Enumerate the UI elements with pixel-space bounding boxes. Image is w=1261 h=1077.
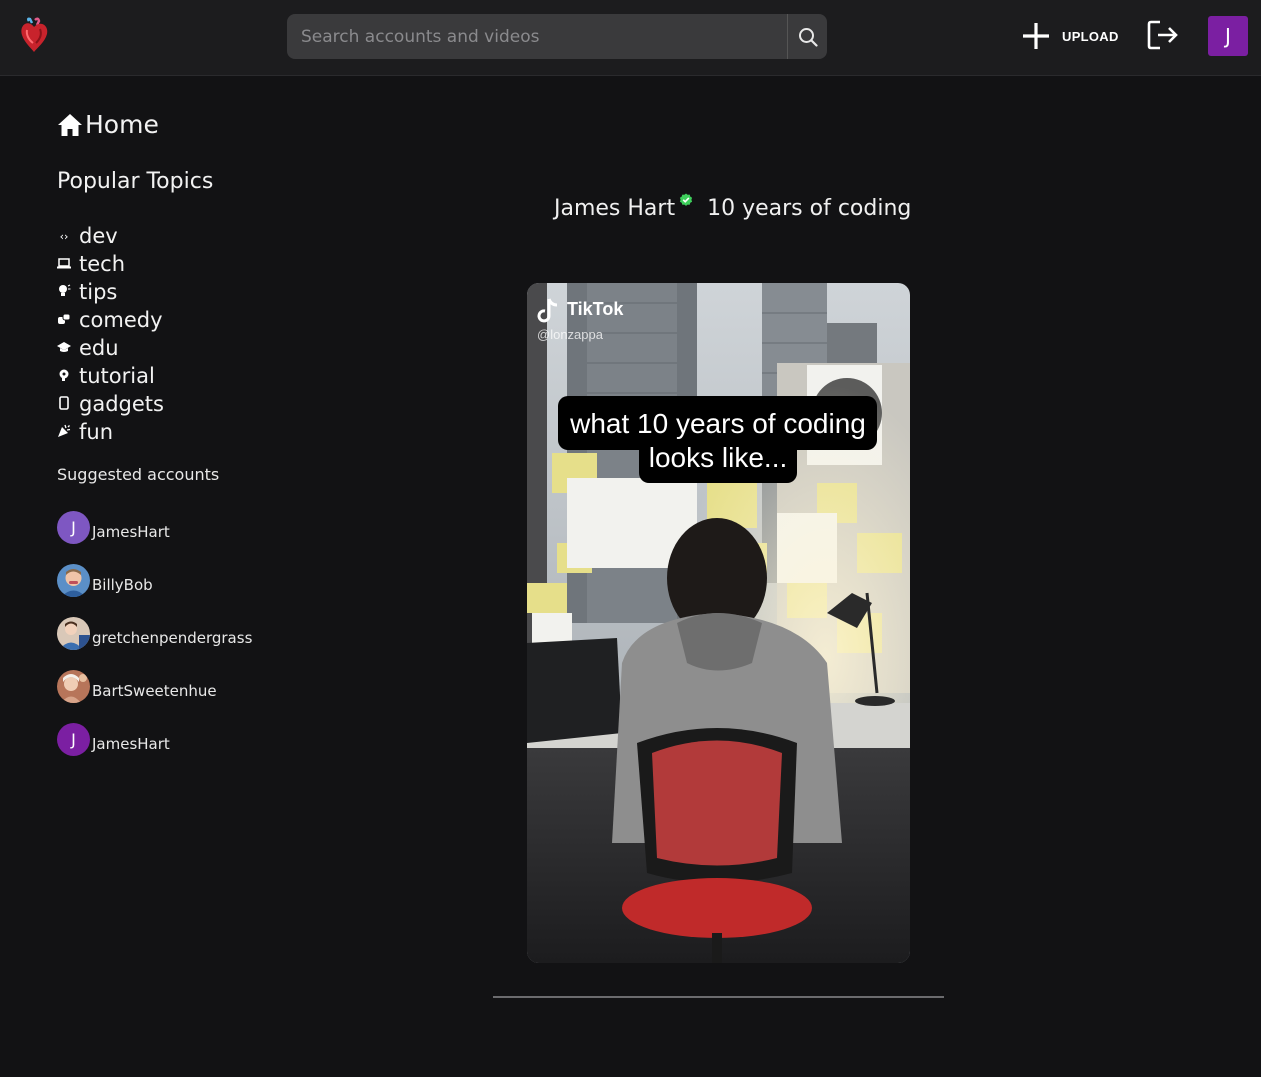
top-bar: UPLOAD J	[0, 0, 1261, 76]
post-divider	[493, 996, 944, 998]
code-icon: ‹›	[59, 229, 69, 243]
video-overlay-line2: looks like...	[649, 442, 788, 473]
search-bar	[287, 14, 827, 59]
mobile-icon	[57, 395, 71, 413]
account-name: JamesHart	[92, 523, 170, 541]
account-name: JamesHart	[92, 735, 170, 753]
account-name: gretchenpendergrass	[92, 629, 253, 647]
account-item[interactable]: gretchenpendergrass	[57, 617, 252, 670]
user-avatar-initial: J	[1225, 24, 1231, 48]
theater-masks-icon	[57, 313, 71, 328]
topic-item-tips[interactable]: tips	[57, 278, 164, 306]
post-header: James Hart 10 years of coding	[554, 193, 912, 221]
topic-label: dev	[79, 224, 118, 248]
account-item[interactable]: J JamesHart	[57, 723, 252, 776]
topic-item-fun[interactable]: fun	[57, 418, 164, 446]
avatar: J	[57, 723, 90, 756]
suggested-accounts-heading: Suggested accounts	[57, 465, 220, 484]
post-caption: 10 years of coding	[707, 196, 912, 221]
topic-label: comedy	[79, 308, 163, 332]
avatar	[57, 617, 90, 650]
topic-item-tech[interactable]: tech	[57, 250, 164, 278]
account-name: BartSweetenhue	[92, 682, 217, 700]
topic-item-tutorial[interactable]: tutorial	[57, 362, 164, 390]
account-name: BillyBob	[92, 576, 153, 594]
verified-badge-icon	[679, 192, 693, 211]
topic-label: tutorial	[79, 364, 155, 388]
laptop-icon	[57, 257, 71, 272]
home-icon	[58, 113, 82, 136]
home-label: Home	[85, 110, 159, 139]
topic-label: fun	[79, 420, 114, 444]
watermark-handle: @lonzappa	[537, 327, 604, 342]
heart-logo-icon[interactable]	[18, 17, 50, 55]
party-popper-icon	[57, 424, 71, 441]
avatar: J	[57, 511, 90, 544]
video-overlay-line1: what 10 years of coding	[569, 408, 866, 439]
account-item[interactable]: BartSweetenhue	[57, 670, 252, 723]
video-player[interactable]: what 10 years of coding looks like... Ti…	[527, 283, 910, 963]
lightbulb-icon	[57, 284, 71, 301]
avatar	[57, 564, 90, 597]
upload-label: UPLOAD	[1062, 28, 1119, 44]
topic-label: tech	[79, 252, 126, 276]
graduation-cap-icon	[57, 341, 71, 356]
topic-item-edu[interactable]: edu	[57, 334, 164, 362]
account-item[interactable]: BillyBob	[57, 564, 252, 617]
suggested-accounts-list: J JamesHart BillyBob gretchenpendergrass…	[57, 511, 252, 776]
topic-label: gadgets	[79, 392, 164, 416]
sidebar-item-home[interactable]: Home	[57, 110, 159, 139]
popular-topics-heading: Popular Topics	[57, 169, 214, 194]
plus-icon	[1023, 23, 1049, 49]
logout-button[interactable]	[1146, 18, 1180, 52]
topic-item-comedy[interactable]: comedy	[57, 306, 164, 334]
search-input[interactable]	[287, 14, 787, 59]
watermark-brand: TikTok	[567, 299, 624, 319]
topics-list: ‹› dev tech tips comedy edu tutorial gad…	[57, 222, 164, 446]
brain-icon	[57, 368, 71, 385]
topic-item-dev[interactable]: ‹› dev	[57, 222, 164, 250]
topic-label: edu	[79, 336, 119, 360]
avatar	[57, 670, 90, 703]
logout-icon	[1147, 20, 1178, 50]
avatar-initial: J	[71, 730, 76, 749]
account-item[interactable]: J JamesHart	[57, 511, 252, 564]
user-avatar[interactable]: J	[1208, 16, 1248, 56]
topic-label: tips	[79, 280, 118, 304]
post-author-name[interactable]: James Hart	[554, 196, 675, 221]
topic-item-gadgets[interactable]: gadgets	[57, 390, 164, 418]
avatar-initial: J	[71, 518, 76, 537]
search-icon	[798, 27, 818, 47]
search-button[interactable]	[787, 14, 827, 59]
upload-button[interactable]: UPLOAD	[1020, 20, 1119, 52]
